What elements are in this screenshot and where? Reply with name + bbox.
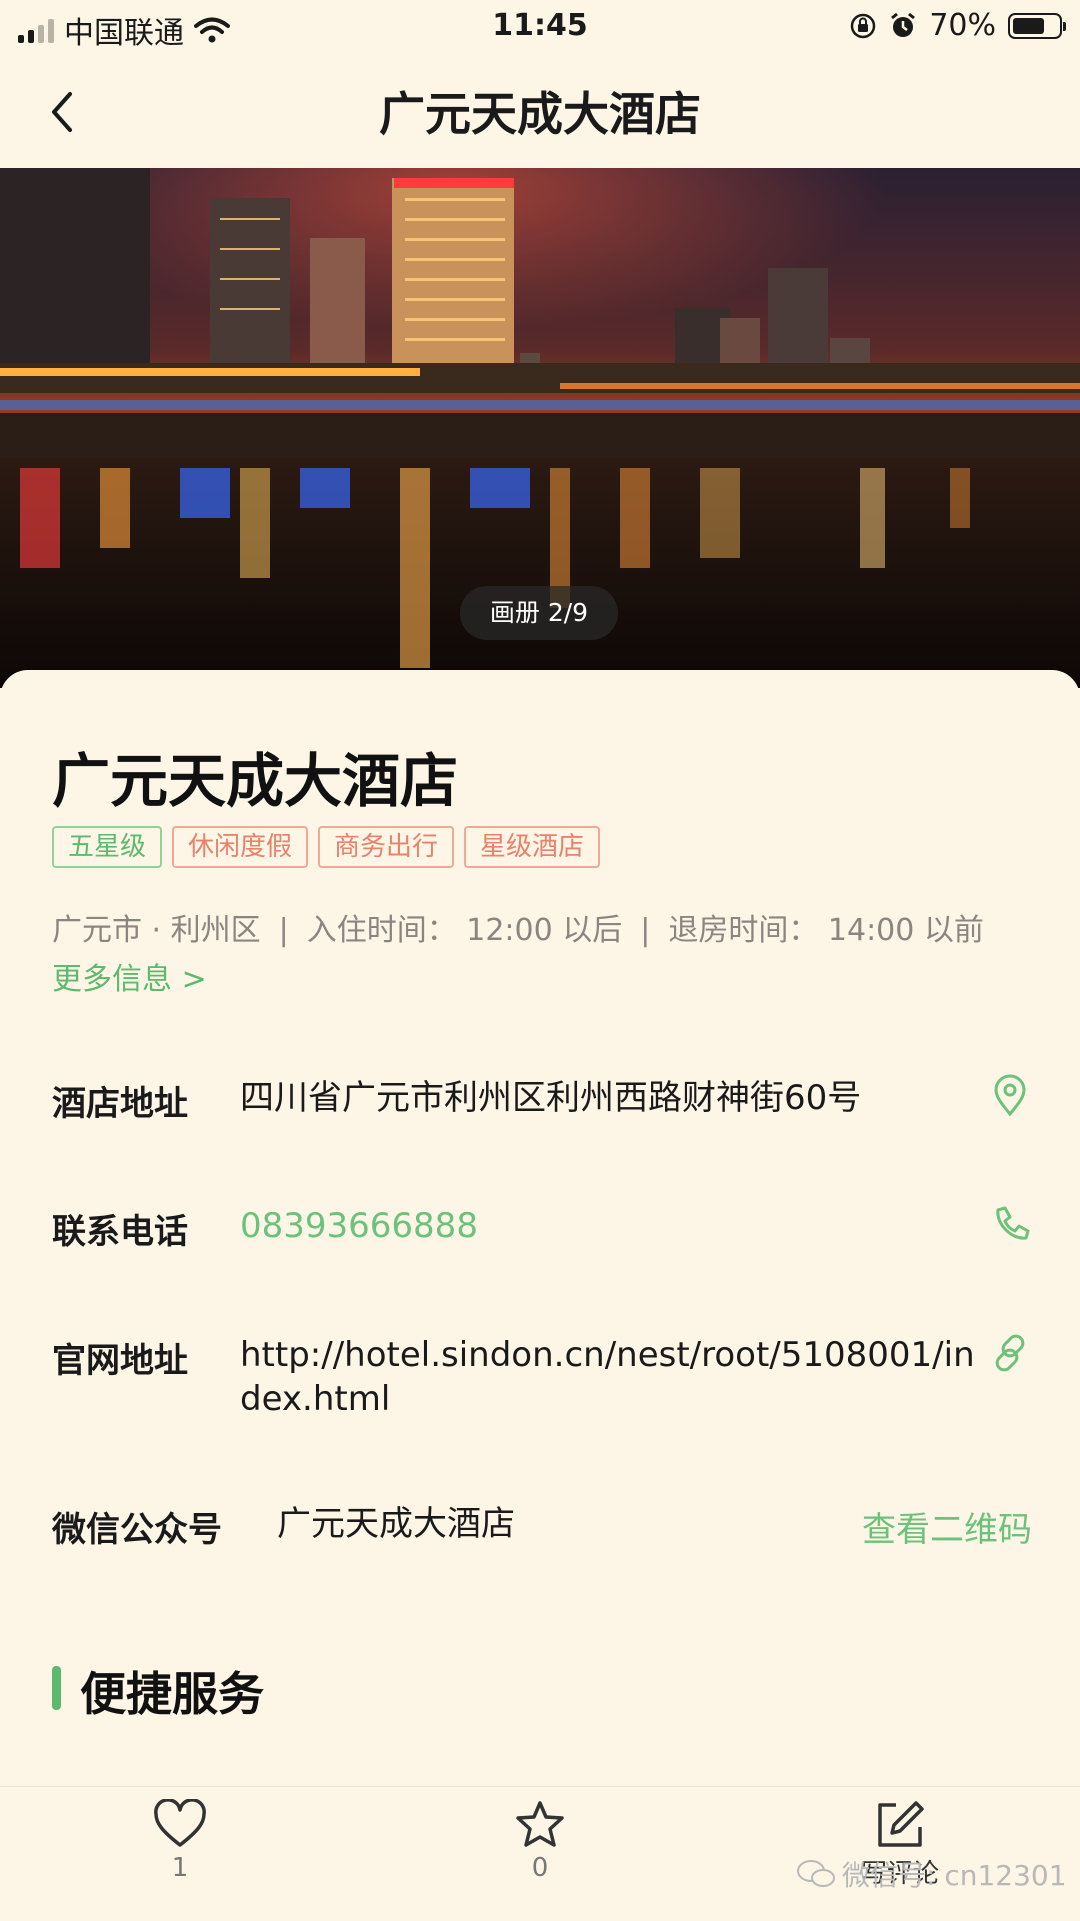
edit-icon bbox=[878, 1801, 924, 1847]
wechat-label: 微信公众号 bbox=[52, 1510, 222, 1550]
hotel-name: 广元天成大酒店 bbox=[52, 747, 459, 815]
separator: | bbox=[278, 913, 289, 948]
more-info-link[interactable]: 更多信息 > bbox=[52, 954, 207, 998]
view-qr-code-link[interactable]: 查看二维码 bbox=[862, 1502, 1032, 1551]
separator: | bbox=[640, 913, 651, 948]
watermark: 微信号: cn12301 bbox=[796, 1854, 1067, 1894]
checkout-text: 退房时间： 14:00 以前 bbox=[668, 913, 984, 948]
location-text: 广元市 · 利州区 bbox=[52, 913, 261, 948]
website-value[interactable]: http://hotel.sindon.cn/nest/root/5108001… bbox=[240, 1333, 980, 1421]
link-icon[interactable] bbox=[988, 1331, 1032, 1375]
nav-bar: 广元天成大酒店 bbox=[0, 56, 1080, 168]
album-counter-badge[interactable]: 画册 2/9 bbox=[460, 586, 618, 640]
battery-percent: 70% bbox=[929, 8, 996, 43]
location-pin-icon[interactable] bbox=[988, 1074, 1032, 1118]
wechat-value: 广元天成大酒店 bbox=[277, 1504, 515, 1544]
address-value: 四川省广元市利州区利州西路财神街60号 bbox=[240, 1078, 862, 1118]
page-title: 广元天成大酒店 bbox=[379, 87, 701, 141]
phone-value[interactable]: 08393666888 bbox=[240, 1204, 980, 1248]
wechat-icon bbox=[797, 1860, 835, 1887]
section-title: 便捷服务 bbox=[80, 1667, 264, 1721]
battery-icon bbox=[1008, 12, 1066, 39]
alarm-icon bbox=[891, 12, 916, 37]
heart-icon bbox=[154, 1799, 206, 1847]
star-icon bbox=[516, 1801, 564, 1847]
favorite-count: 0 bbox=[531, 1853, 549, 1883]
watermark-text: 微信号: cn12301 bbox=[842, 1859, 1067, 1892]
phone-icon[interactable] bbox=[988, 1202, 1032, 1246]
rotation-lock-icon bbox=[851, 13, 876, 38]
like-count: 1 bbox=[171, 1853, 189, 1883]
tag-list: 五星级 休闲度假 商务出行 星级酒店 bbox=[52, 826, 601, 868]
status-bar: 中国联通 11:45 70% bbox=[0, 0, 1080, 56]
website-label: 官网地址 bbox=[52, 1341, 188, 1381]
address-label: 酒店地址 bbox=[52, 1084, 188, 1124]
like-button[interactable]: 1 bbox=[120, 1799, 240, 1883]
checkin-text: 入住时间： 12:00 以后 bbox=[306, 913, 623, 948]
tag-item: 五星级 bbox=[52, 826, 163, 868]
section-accent-bar bbox=[52, 1666, 61, 1710]
favorite-button[interactable]: 0 bbox=[480, 1799, 600, 1883]
tag-item: 商务出行 bbox=[318, 826, 455, 868]
tag-item: 星级酒店 bbox=[464, 826, 601, 868]
phone-label: 联系电话 bbox=[52, 1212, 188, 1252]
info-line: 广元市 · 利州区 | 入住时间： 12:00 以后 | 退房时间： 14:00 以前 bbox=[52, 905, 984, 949]
tag-item: 休闲度假 bbox=[172, 826, 309, 868]
status-right: 70% bbox=[849, 8, 1066, 43]
